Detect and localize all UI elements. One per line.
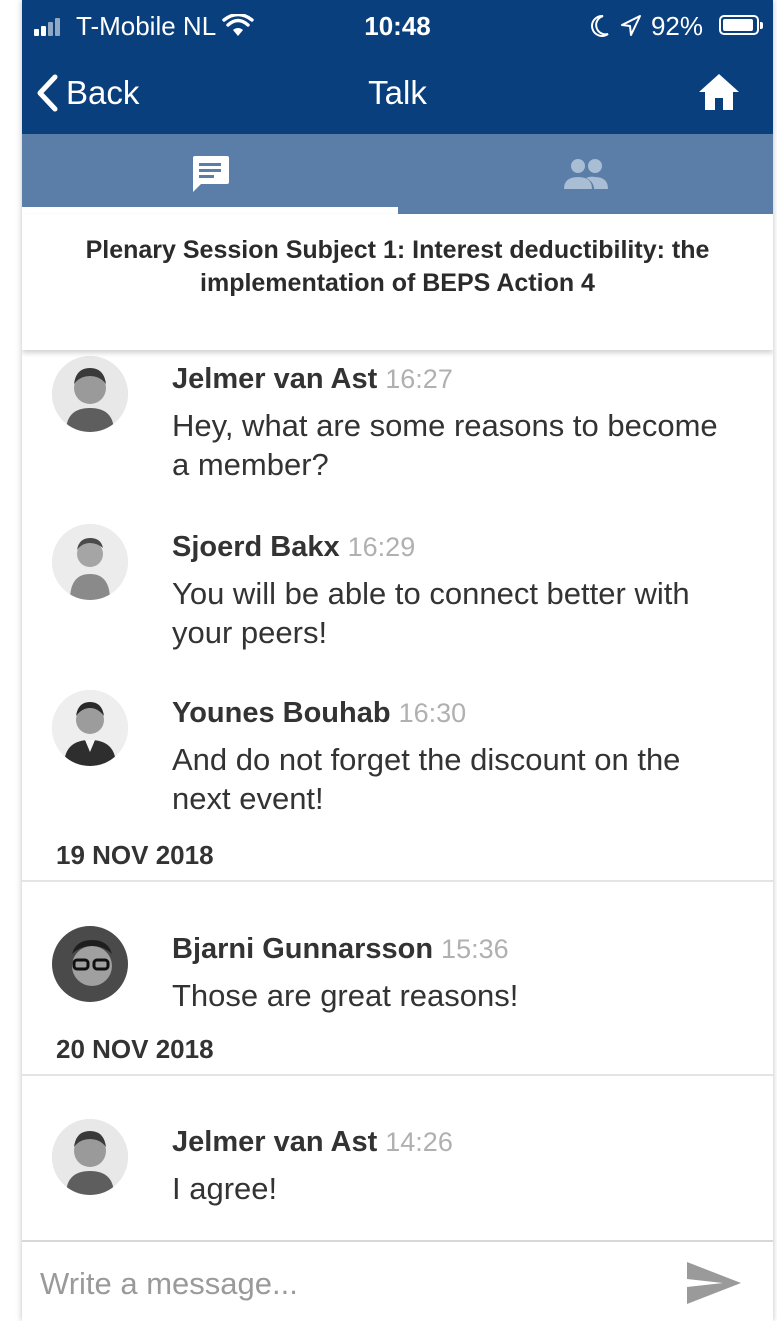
avatar <box>52 356 128 432</box>
message-time: 16:30 <box>398 698 467 728</box>
avatar <box>52 926 128 1002</box>
battery-percent: 92% <box>650 11 703 41</box>
location-arrow-icon <box>621 15 641 36</box>
avatar <box>52 690 128 766</box>
phone-screen: T-Mobile NL 10:48 92% Back Talk Plenary … <box>22 0 773 1321</box>
battery-icon <box>719 15 763 35</box>
session-header: Plenary Session Subject 1: Interest dedu… <box>22 214 773 350</box>
page-title: Talk <box>368 74 427 111</box>
chat-icon <box>192 156 229 192</box>
message-author: Jelmer van Ast <box>172 363 378 395</box>
message-time: 16:29 <box>347 532 416 562</box>
message-text: And do not forget the discount on the ne… <box>172 742 681 816</box>
message-author: Younes Bouhab <box>172 697 391 729</box>
message-composer <box>22 1240 773 1321</box>
send-icon[interactable] <box>685 1260 743 1306</box>
people-icon <box>563 159 608 189</box>
message-author: Sjoerd Bakx <box>172 531 340 563</box>
avatar <box>52 1119 128 1195</box>
moon-icon <box>591 14 609 37</box>
message-time: 16:27 <box>385 364 453 394</box>
message-list[interactable]: Jelmer van Ast 16:27 Hey, what are some r… <box>22 350 773 1240</box>
message-text: Hey, what are some reasons to become a m… <box>172 408 718 482</box>
home-icon[interactable] <box>697 72 741 112</box>
message-time: 15:36 <box>441 934 509 964</box>
date-label: 19 NOV 2018 <box>56 840 214 870</box>
date-separator: 19 NOV 2018 <box>22 840 773 882</box>
message-input[interactable] <box>38 1260 662 1308</box>
nav-bar: Back Talk <box>22 52 773 134</box>
date-separator: 20 NOV 2018 <box>22 1034 773 1076</box>
message-text: Those are great reasons! <box>172 978 519 1013</box>
message-text: I agree! <box>172 1171 278 1206</box>
avatar <box>52 524 128 600</box>
tab-chat[interactable] <box>22 134 397 214</box>
date-label: 20 NOV 2018 <box>56 1034 214 1064</box>
message-text: You will be able to connect better with … <box>172 576 690 650</box>
message-author: Bjarni Gunnarsson <box>172 933 434 965</box>
message-author: Jelmer van Ast <box>172 1126 378 1158</box>
tab-people[interactable] <box>398 134 773 214</box>
message-time: 14:26 <box>385 1127 453 1157</box>
session-title: Plenary Session Subject 1: Interest dedu… <box>85 236 710 297</box>
active-tab-indicator <box>22 207 398 214</box>
tab-bar <box>22 134 773 214</box>
status-bar: T-Mobile NL 10:48 92% <box>22 0 773 52</box>
